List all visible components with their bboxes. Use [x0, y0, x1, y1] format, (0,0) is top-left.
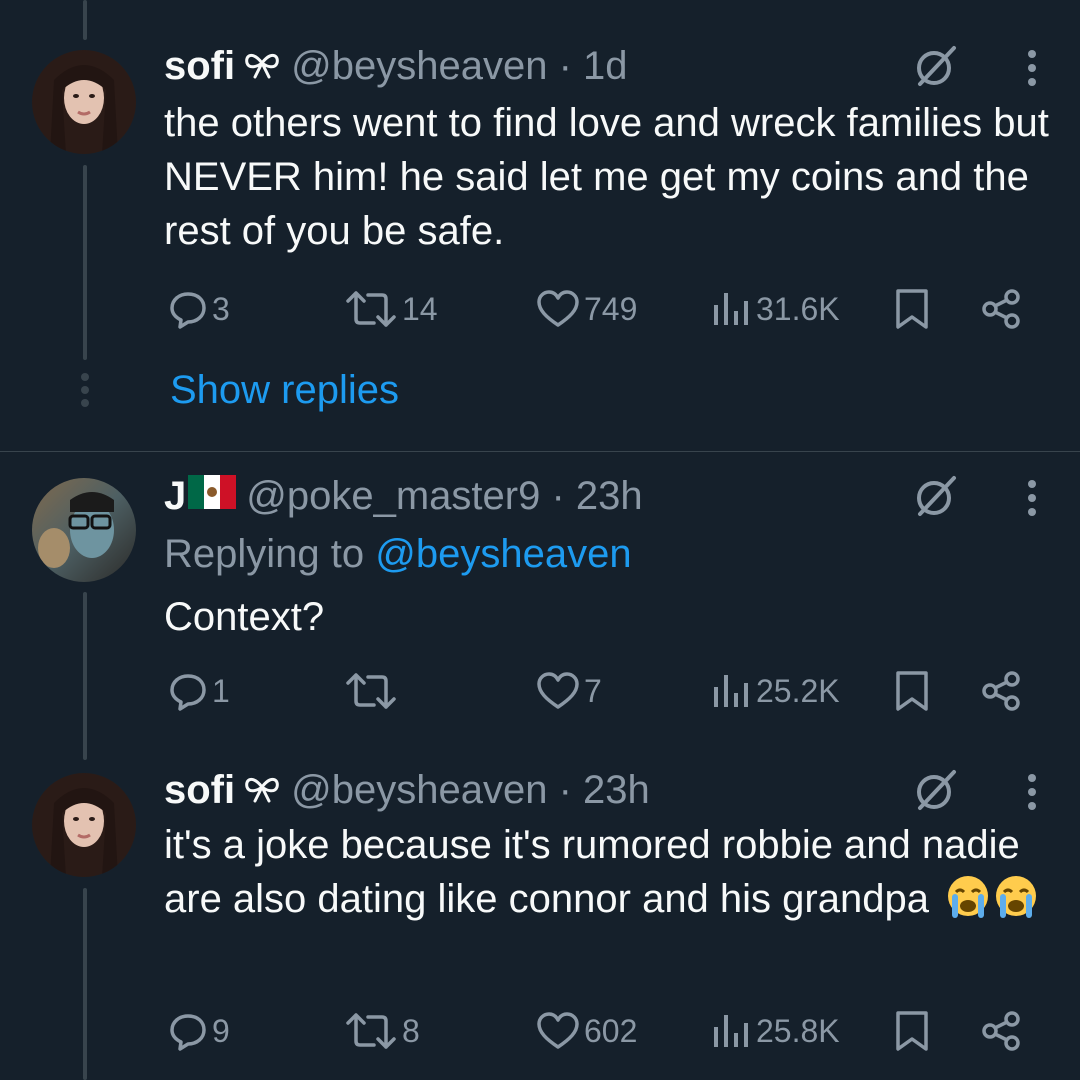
- reply-count: 1: [212, 672, 230, 709]
- grok-icon[interactable]: [912, 474, 958, 520]
- thread-divider: [0, 451, 1080, 452]
- heart-icon: [537, 290, 579, 327]
- thread-line-top: [83, 0, 87, 40]
- repost-button[interactable]: [344, 666, 402, 716]
- reply-count: 9: [212, 1012, 230, 1049]
- view-count: 25.2K: [756, 672, 840, 709]
- reply-icon: [170, 674, 206, 711]
- ribbon-icon: [243, 768, 281, 813]
- reply-button[interactable]: 3: [168, 284, 230, 334]
- grok-icon[interactable]: [912, 44, 958, 90]
- like-count: 749: [584, 290, 638, 327]
- view-count: 25.8K: [756, 1012, 840, 1049]
- heart-icon: [537, 1012, 579, 1049]
- action-bar: 1 7 25.2K: [0, 666, 1080, 716]
- share-icon: [982, 1011, 1020, 1051]
- reply-button[interactable]: 9: [168, 1006, 230, 1056]
- more-options-icon[interactable]: [1024, 772, 1040, 812]
- replying-to-label: Replying to: [164, 532, 365, 576]
- like-count: 602: [584, 1012, 638, 1049]
- views-button[interactable]: 31.6K: [710, 284, 840, 334]
- views-icon: [714, 1015, 748, 1047]
- post-header: J @poke_master9 · 23h: [164, 474, 643, 519]
- share-button[interactable]: [980, 1006, 1024, 1056]
- share-icon: [982, 289, 1020, 329]
- bookmark-icon: [896, 1011, 928, 1051]
- heart-icon: [537, 672, 579, 709]
- bookmark-button[interactable]: [894, 666, 930, 716]
- display-name[interactable]: sofi: [164, 768, 235, 813]
- post-header: sofi @beysheaven · 23h: [164, 768, 650, 813]
- post-text: the others went to find love and wreck f…: [164, 101, 1049, 253]
- replying-to-handle-link[interactable]: @beysheaven: [375, 532, 631, 576]
- handle-and-time[interactable]: @beysheaven · 23h: [291, 768, 650, 813]
- post-text: Context?: [164, 595, 325, 639]
- avatar[interactable]: [32, 773, 136, 877]
- share-icon: [982, 671, 1020, 711]
- reply-count: 3: [212, 290, 230, 327]
- views-icon: [714, 675, 748, 707]
- repost-button[interactable]: 8: [344, 1006, 420, 1056]
- handle-and-time[interactable]: @poke_master9 · 23h: [246, 474, 642, 519]
- ribbon-icon: [243, 44, 281, 89]
- repost-count: 14: [402, 290, 438, 327]
- more-replies-dots: [78, 372, 92, 408]
- mexico-flag-icon: [188, 474, 237, 519]
- post-text-body: it's a joke because it's rumored robbie …: [164, 823, 1020, 921]
- views-icon: [714, 293, 748, 325]
- bookmark-icon: [896, 289, 928, 329]
- repost-icon: [346, 1013, 396, 1049]
- bookmark-icon: [896, 671, 928, 711]
- replying-to: Replying to @beysheaven: [164, 532, 632, 577]
- post-header: sofi @beysheaven · 1d: [164, 44, 628, 89]
- bookmark-button[interactable]: [894, 1006, 930, 1056]
- views-button[interactable]: 25.2K: [710, 666, 840, 716]
- share-button[interactable]: [980, 666, 1024, 716]
- like-count: 7: [584, 672, 602, 709]
- bookmark-button[interactable]: [894, 284, 930, 334]
- like-button[interactable]: 749: [536, 284, 637, 334]
- like-button[interactable]: 7: [536, 666, 602, 716]
- repost-icon: [346, 291, 396, 327]
- repost-icon: [346, 673, 396, 709]
- post-text: it's a joke because it's rumored robbie …: [164, 818, 1054, 934]
- reply-icon: [170, 1014, 206, 1051]
- share-button[interactable]: [980, 284, 1024, 334]
- action-bar: 9 8 602 25.8K: [0, 1006, 1080, 1056]
- views-button[interactable]: 25.8K: [710, 1006, 840, 1056]
- reply-button[interactable]: 1: [168, 666, 230, 716]
- crying-face-emoji: [946, 874, 1040, 934]
- show-replies-link[interactable]: Show replies: [170, 368, 399, 413]
- reply-icon: [170, 292, 206, 329]
- grok-icon[interactable]: [912, 768, 958, 814]
- repost-button[interactable]: 14: [344, 284, 438, 334]
- more-options-icon[interactable]: [1024, 478, 1040, 518]
- display-name[interactable]: sofi: [164, 44, 235, 89]
- repost-count: 8: [402, 1012, 420, 1049]
- display-name[interactable]: J: [164, 474, 186, 519]
- view-count: 31.6K: [756, 290, 840, 327]
- like-button[interactable]: 602: [536, 1006, 637, 1056]
- avatar[interactable]: [32, 50, 136, 154]
- action-bar: 3 14 749 31.6K: [0, 284, 1080, 334]
- more-options-icon[interactable]: [1024, 48, 1040, 88]
- avatar[interactable]: [32, 478, 136, 582]
- handle-and-time[interactable]: @beysheaven · 1d: [291, 44, 627, 89]
